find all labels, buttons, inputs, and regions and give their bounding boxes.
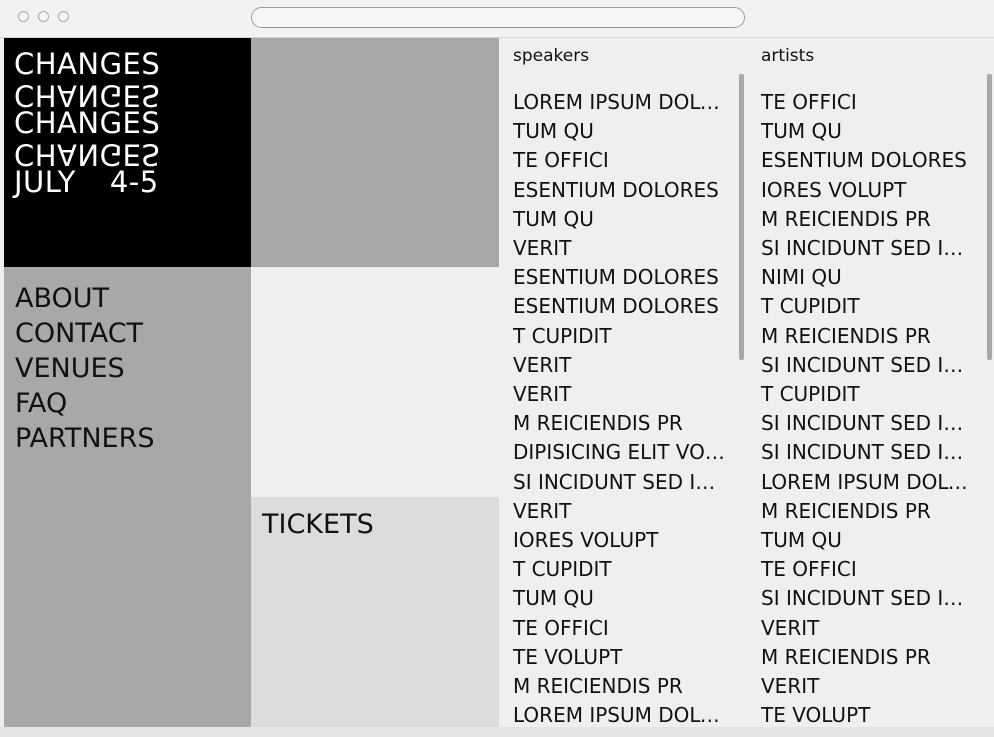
window-bottom-edge <box>0 727 994 737</box>
list-item[interactable]: LOREM IPSUM DOLOR SIT AMET <box>761 468 973 497</box>
list-item[interactable]: LOREM IPSUM DOLOR SIT AMET <box>513 701 725 727</box>
browser-chrome <box>0 0 994 38</box>
speakers-scrollbar[interactable] <box>739 74 744 360</box>
speakers-list: LOREM IPSUM DOLOR SIT AMETTUM QUTE OFFIC… <box>513 88 725 727</box>
festival-logo[interactable]: CHANGES CHANGES CHANGES CHANGES JULY 4-5 <box>4 38 251 267</box>
logo-line: CHANGES <box>14 47 161 81</box>
list-item[interactable]: ESENTIUM DOLORES <box>513 263 725 292</box>
list-item[interactable]: TUM QU <box>513 584 725 613</box>
logo-line: CHANGES <box>14 106 161 140</box>
speakers-column: speakers LOREM IPSUM DOLOR SIT AMETTUM Q… <box>499 38 745 727</box>
list-item[interactable]: TE OFFICI <box>513 146 725 175</box>
list-item[interactable]: VERIT <box>513 497 725 526</box>
list-item[interactable]: TUM QU <box>761 117 973 146</box>
list-item[interactable]: M REICIENDIS PR <box>761 497 973 526</box>
window-close-dot[interactable] <box>18 11 29 22</box>
list-item[interactable]: VERIT <box>513 380 725 409</box>
list-item[interactable]: M REICIENDIS PR <box>761 643 973 672</box>
logo-line-flipped: CHANGES <box>14 78 161 112</box>
list-item[interactable]: VERIT <box>761 672 973 701</box>
list-item[interactable]: T CUPIDIT <box>761 380 973 409</box>
artists-list: TE OFFICI TUM QU ESENTIUM DOLORES IORES VOL… <box>761 88 973 727</box>
list-item[interactable]: IORES VOLUPT <box>513 526 725 555</box>
artists-heading: artists <box>761 46 815 66</box>
list-item[interactable]: M REICIENDIS PR <box>513 672 725 701</box>
list-item[interactable]: IORES VOLUPT <box>761 176 973 205</box>
page: CHANGES CHANGES CHANGES CHANGES JULY 4-5 … <box>4 38 992 727</box>
list-item[interactable]: VERIT <box>513 234 725 263</box>
nav-item-partners[interactable]: PARTNERS <box>15 421 251 456</box>
logo-date: JULY 4-5 <box>14 167 251 198</box>
artists-column: artists TE OFFICI TUM QU ESENTIUM DOLORES I… <box>747 38 992 727</box>
list-item[interactable]: ESENTIUM DOLORES <box>761 146 973 175</box>
list-item[interactable]: SI INCIDUNT SED IPSUM <box>761 351 973 380</box>
list-item[interactable]: TE VOLUPT <box>761 701 973 727</box>
list-item[interactable]: TE OFFICI <box>513 614 725 643</box>
logo-line-flipped: CHANGES <box>14 137 161 171</box>
nav-item-venues[interactable]: VENUES <box>15 351 251 386</box>
main-nav: ABOUT CONTACT VENUES FAQ PARTNERS <box>4 267 251 727</box>
list-item[interactable]: TUM QU <box>761 526 973 555</box>
address-bar[interactable] <box>251 7 745 28</box>
list-item[interactable]: T CUPIDIT <box>761 292 973 321</box>
blank-panel <box>251 267 499 497</box>
list-item[interactable]: SI INCIDUNT SED IPSUM <box>761 409 973 438</box>
image-placeholder <box>251 38 499 267</box>
list-item[interactable]: SI INCIDUNT SED IPSUM <box>761 584 973 613</box>
speakers-heading: speakers <box>513 46 590 66</box>
list-item[interactable]: TE OFFICI <box>761 555 973 584</box>
nav-item-faq[interactable]: FAQ <box>15 386 251 421</box>
list-item[interactable]: ESENTIUM DOLORES <box>513 176 725 205</box>
list-item[interactable]: T CUPIDIT <box>513 322 725 351</box>
artists-scrollbar[interactable] <box>987 74 992 360</box>
list-item[interactable]: M REICIENDIS PR <box>761 322 973 351</box>
list-item[interactable]: VERIT <box>761 614 973 643</box>
list-item[interactable]: NIMI QU <box>761 263 973 292</box>
nav-item-about[interactable]: ABOUT <box>15 281 251 316</box>
window-maximize-dot[interactable] <box>58 11 69 22</box>
list-item[interactable]: SI INCIDUNT SED IPSUM <box>761 438 973 467</box>
window-minimize-dot[interactable] <box>38 11 49 22</box>
list-item[interactable]: SI INCIDUNT SED IPSUM <box>513 468 725 497</box>
list-item[interactable]: TUM QU <box>513 117 725 146</box>
tickets-panel[interactable]: TICKETS <box>251 497 499 727</box>
list-item[interactable]: DIPISICING ELIT VOLUPT <box>513 438 725 467</box>
list-item[interactable]: TE OFFICI <box>761 88 973 117</box>
tickets-link[interactable]: TICKETS <box>262 509 374 540</box>
nav-item-contact[interactable]: CONTACT <box>15 316 251 351</box>
list-item[interactable]: LOREM IPSUM DOLOR SIT AMET <box>513 88 725 117</box>
list-item[interactable]: ESENTIUM DOLORES <box>513 292 725 321</box>
list-item[interactable]: M REICIENDIS PR <box>513 409 725 438</box>
list-item[interactable]: TUM QU <box>513 205 725 234</box>
list-item[interactable]: SI INCIDUNT SED IPSUM <box>761 234 973 263</box>
list-item[interactable]: TE VOLUPT <box>513 643 725 672</box>
list-item[interactable]: T CUPIDIT <box>513 555 725 584</box>
list-item[interactable]: VERIT <box>513 351 725 380</box>
list-item[interactable]: M REICIENDIS PR <box>761 205 973 234</box>
